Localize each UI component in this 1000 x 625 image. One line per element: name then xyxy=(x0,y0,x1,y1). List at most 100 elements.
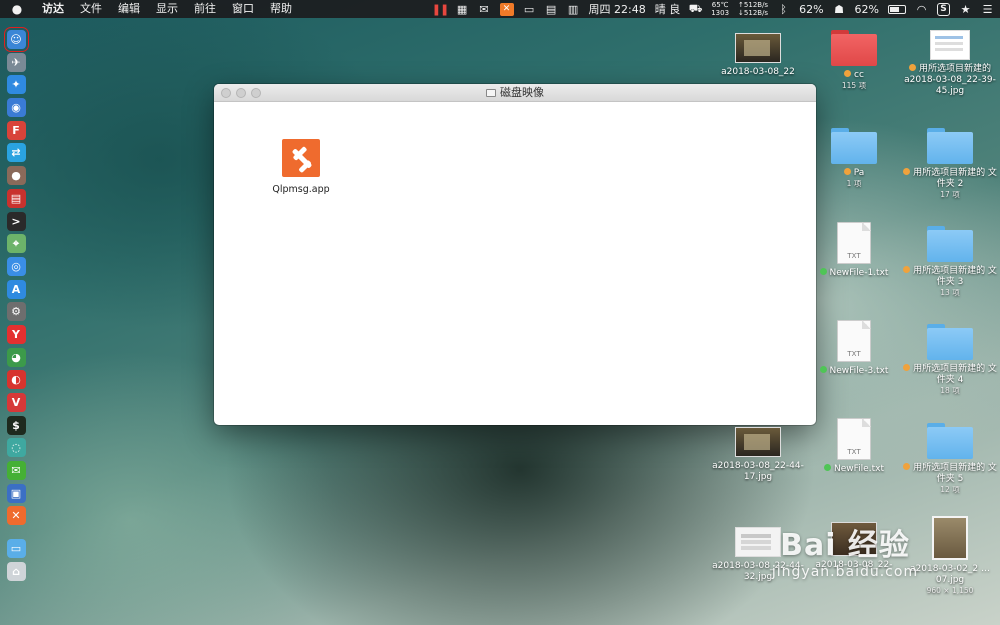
wechat-icon[interactable]: ✉ xyxy=(6,461,26,481)
orange-tag-dot xyxy=(908,64,916,71)
folder-icon xyxy=(831,30,877,66)
desktop-folder-pa[interactable]: Pa 1 项 xyxy=(806,128,902,189)
window-manager-icon[interactable]: ▤ xyxy=(545,3,558,16)
netease-music-icon[interactable]: ▤ xyxy=(6,188,26,208)
txt-ext-label: TXT xyxy=(847,252,861,260)
qipmsg-dock-icon[interactable]: ✕ xyxy=(6,506,26,526)
desktop-new-folder-5[interactable]: 用所选项目新建的 文件夹 5 12 项 xyxy=(902,423,998,495)
fan-value: 1303 xyxy=(711,9,730,17)
folder-pa-label: Pa xyxy=(853,168,865,178)
menu-window[interactable]: 窗口 xyxy=(224,0,262,18)
datetime[interactable]: 周四 22:48 xyxy=(589,1,646,17)
vivaldi-icon[interactable]: V xyxy=(6,393,26,412)
menu-file[interactable]: 文件 xyxy=(72,0,110,18)
folder-icon xyxy=(927,423,973,459)
star-icon[interactable]: ★ xyxy=(959,3,972,16)
battery-icon[interactable] xyxy=(888,4,906,14)
qipmsg-status-icon[interactable]: ✕ xyxy=(499,2,514,16)
iterm-icon[interactable]: $ xyxy=(6,415,26,435)
window-title: 磁盘映像 xyxy=(214,84,816,102)
network-readout[interactable]: ↑512B/s ↓512B/s xyxy=(738,1,768,17)
desktop-new-item-1[interactable]: 用所选项目新建的 a2018-03-08_22-39-45.jpg xyxy=(902,30,998,97)
control-icon[interactable]: ▥ xyxy=(567,3,580,16)
share-app-icon[interactable]: ◌ xyxy=(6,438,26,458)
bluetooth-icon[interactable]: ᛒ xyxy=(777,3,790,16)
new-folder-4-label: 用所选项目新建的 文件夹 4 xyxy=(913,364,997,385)
status-area: ❚❚ ▦ ✉ ✕ ▭ ▤ ▥ 周四 22:48 晴 良 ⛟ 65℃ 1303 ↑… xyxy=(432,0,994,18)
yandex-icon[interactable]: Y xyxy=(6,324,26,344)
qipmsg-app-item[interactable]: Qlpmsg.app xyxy=(266,139,336,195)
orange-tag-dot xyxy=(903,266,911,273)
terminal-icon[interactable]: > xyxy=(6,211,26,231)
battery-percent-1[interactable]: 62% xyxy=(799,3,823,16)
contacts-icon[interactable]: ◉ xyxy=(6,98,26,118)
new-folder-3-count: 13 项 xyxy=(940,288,960,297)
desktop-new-folder-3[interactable]: 用所选项目新建的 文件夹 3 13 项 xyxy=(902,226,998,298)
netease-icon[interactable]: ◐ xyxy=(6,370,26,390)
baidu-watermark: Bai 经验 jingyan.baidu.com xyxy=(700,520,990,580)
dock: ☺ ✈ ✦ ◉ F ⇄ ● ▤ > ⌖ ◎ A ⚙ Y ◕ ◐ V $ ◌ ✉ ▣ ✕ ▭ ⌂ xyxy=(3,27,29,610)
net-down-value: ↓512B/s xyxy=(738,9,769,17)
orange-tag-dot xyxy=(844,70,852,77)
s-app-icon[interactable]: S xyxy=(937,2,950,16)
new-folder-5-label: 用所选项目新建的 文件夹 5 xyxy=(913,463,997,484)
newfile3-label: NewFile-3.txt xyxy=(829,366,889,376)
maps-icon[interactable]: ⌖ xyxy=(6,234,26,254)
paw-icon[interactable]: ☗ xyxy=(833,3,846,16)
photo-app-icon[interactable]: ● xyxy=(6,166,26,186)
trash-icon[interactable]: ⌂ xyxy=(6,561,26,581)
launchpad-icon[interactable]: ✈ xyxy=(6,52,26,72)
orange-tag-dot xyxy=(903,364,911,371)
weather-text[interactable]: 晴 良 xyxy=(655,1,681,17)
desktop-file-newfile3[interactable]: TXT NewFile-3.txt xyxy=(806,320,902,377)
txt-ext-label: TXT xyxy=(847,448,861,456)
chrome-icon[interactable]: ◕ xyxy=(6,347,26,367)
wechat-status-icon[interactable]: ✉ xyxy=(478,3,491,16)
txt-file-icon: TXT xyxy=(837,320,871,362)
desktop-image-2-label: a2018-03-08_22-44-17.jpg xyxy=(712,461,804,482)
list-menu-icon[interactable]: ☰ xyxy=(981,3,994,16)
finder-icon[interactable]: ☺ xyxy=(3,27,29,52)
safari-icon[interactable]: ✦ xyxy=(6,75,26,95)
system-prefs-icon[interactable]: ⚙ xyxy=(6,302,26,322)
new-folder-5-count: 12 项 xyxy=(940,485,960,494)
menu-app-name[interactable]: 访达 xyxy=(34,0,72,18)
folder-icon xyxy=(927,324,973,360)
desktop-folder-cc[interactable]: cc 115 项 xyxy=(806,30,902,91)
desktop-image-top[interactable]: a2018-03-08_22 xyxy=(710,33,806,78)
display-icon[interactable]: ▭ xyxy=(523,3,536,16)
qipmsg-app-label: Qlpmsg.app xyxy=(272,184,330,195)
desktop-file-newfile1[interactable]: TXT NewFile-1.txt xyxy=(806,222,902,279)
app-store-icon[interactable]: A xyxy=(6,279,26,299)
pause-icon[interactable]: ❚❚ xyxy=(432,3,449,16)
folder-icon xyxy=(831,128,877,164)
desktop-image-2[interactable]: a2018-03-08_22-44-17.jpg xyxy=(710,427,806,483)
menu-go[interactable]: 前往 xyxy=(186,0,224,18)
menu-view[interactable]: 显示 xyxy=(148,0,186,18)
apple-menu-icon[interactable]: ● xyxy=(0,2,34,16)
image-thumbnail xyxy=(735,427,781,457)
desktop-image-r6-size: 960 × 1,150 xyxy=(926,586,974,595)
window-titlebar[interactable]: 磁盘映像 xyxy=(214,84,816,102)
screen-app-icon[interactable]: ▣ xyxy=(6,483,26,503)
battery-percent-2[interactable]: 62% xyxy=(855,3,879,16)
grid-app-icon[interactable]: ▦ xyxy=(456,3,469,16)
desktop-new-folder-2[interactable]: 用所选项目新建的 文件夹 2 17 项 xyxy=(902,128,998,200)
teamviewer-icon[interactable]: ⇄ xyxy=(6,143,26,163)
desktop-new-folder-4[interactable]: 用所选项目新建的 文件夹 4 18 项 xyxy=(902,324,998,396)
siri-icon[interactable]: ◎ xyxy=(6,256,26,276)
temp-fan-readout[interactable]: 65℃ 1303 xyxy=(711,1,729,17)
menu-help[interactable]: 帮助 xyxy=(262,0,300,18)
new-folder-4-count: 18 项 xyxy=(940,386,960,395)
desktop-image-top-label: a2018-03-08_22 xyxy=(721,67,795,77)
green-tag-dot xyxy=(819,268,827,275)
menu-edit[interactable]: 编辑 xyxy=(110,0,148,18)
app-red-icon[interactable]: F xyxy=(6,120,26,140)
qipmsg-app-icon[interactable] xyxy=(282,139,320,177)
downloads-folder-icon[interactable]: ▭ xyxy=(6,539,26,559)
orange-tag-dot xyxy=(903,463,911,470)
car-icon[interactable]: ⛟ xyxy=(689,2,703,16)
desktop-file-newfile[interactable]: TXT NewFile.txt xyxy=(806,418,902,475)
window-title-text: 磁盘映像 xyxy=(500,86,544,99)
wifi-icon[interactable]: ◠ xyxy=(915,3,928,16)
